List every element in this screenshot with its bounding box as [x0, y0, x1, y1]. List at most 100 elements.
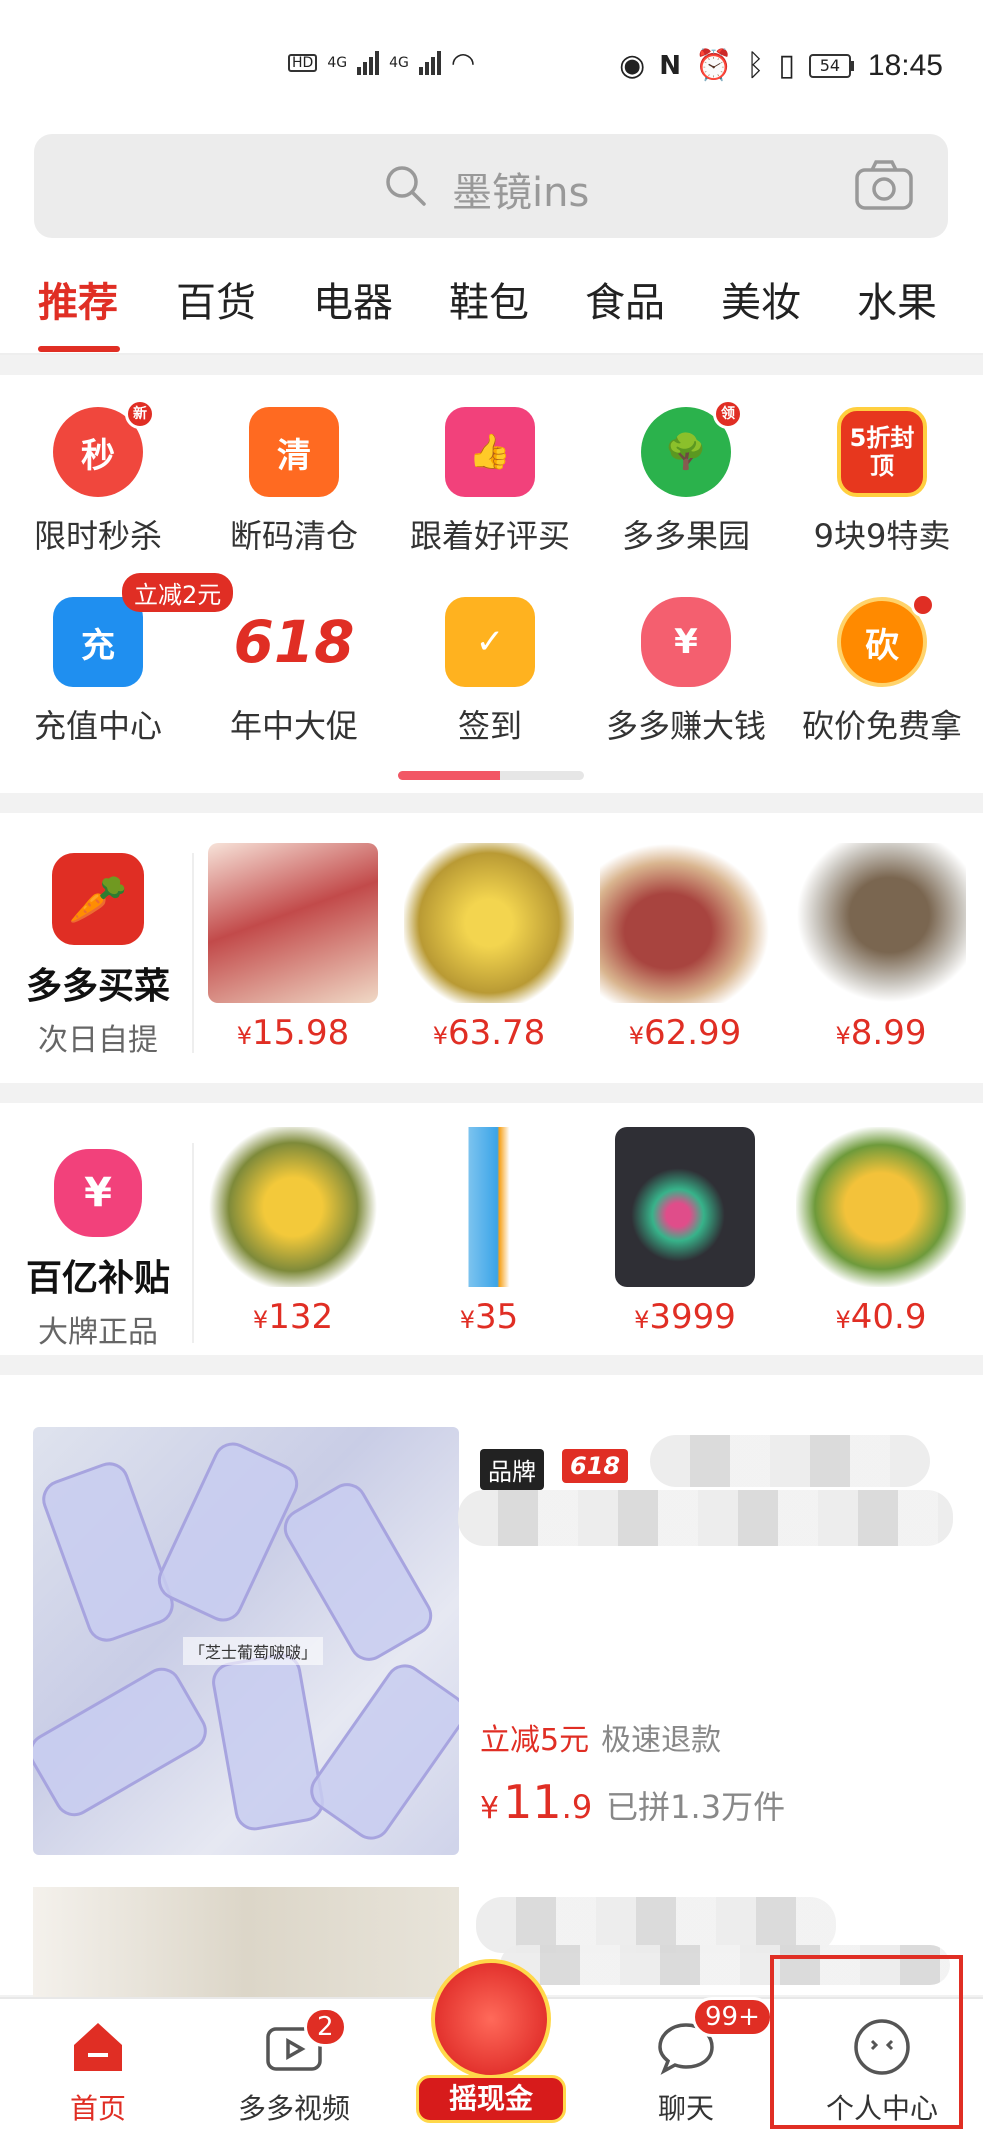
shortcut-special-sale[interactable]: 5折封顶 9块9特卖 [784, 407, 980, 557]
discount-badge: 立减2元 [122, 573, 234, 612]
618-icon: 618 [233, 608, 355, 676]
search-section: 墨镜ins [0, 100, 983, 250]
eye-icon: ◉ [619, 48, 646, 83]
shortcut-bargain[interactable]: 砍 砍价免费拿 [784, 593, 980, 747]
shortcut-label: 断码清仓 [229, 517, 358, 555]
product-price: ¥8.99 [835, 1013, 927, 1053]
refund-text: 极速退款 [601, 1723, 722, 1758]
butie-subtitle: 大牌正品 [38, 1315, 158, 1350]
recharge-icon: 充 [53, 597, 143, 687]
highlight-box [770, 1955, 963, 2129]
butie-product[interactable]: ¥35 [394, 1127, 584, 1337]
maicai-brand[interactable]: 🥕 多多买菜 次日自提 [0, 813, 196, 1059]
product-image-jackfruit [796, 1127, 966, 1287]
shortcut-label: 跟着好评买 [409, 517, 570, 555]
shortcut-checkin[interactable]: ✓ 签到 [392, 597, 588, 747]
maicai-product[interactable]: ¥8.99 [786, 843, 976, 1053]
butie-product[interactable]: ¥40.9 [786, 1127, 976, 1337]
video-badge: 2 [304, 2007, 347, 2047]
phone-cash-icon [431, 1959, 551, 2079]
blurred-title [650, 1435, 930, 1487]
new-badge: 新 [125, 399, 155, 429]
shortcut-label: 多多赚大钱 [605, 707, 766, 745]
tab-recommend[interactable]: 推荐 [38, 270, 118, 328]
tab-beauty[interactable]: 美妆 [721, 270, 801, 328]
battery-icon: 54 [808, 53, 854, 78]
shortcut-orchard[interactable]: 🌳 领 多多果园 [588, 399, 784, 557]
nfc-icon: N [659, 50, 682, 81]
maicai-product[interactable]: ¥63.78 [394, 843, 584, 1053]
tab-general-goods[interactable]: 百货 [176, 270, 256, 328]
promo-line: 立减5元 极速退款 [480, 1715, 721, 1759]
nav-video[interactable]: 多多视频 2 [196, 2007, 392, 2127]
shortcut-mid-year-sale[interactable]: 618 年中大促 [196, 597, 392, 747]
flash-sale-icon: 秒新 [53, 399, 155, 497]
camera-icon[interactable] [854, 158, 914, 212]
maicai-product[interactable]: ¥15.98 [198, 843, 388, 1053]
shortcut-recharge[interactable]: 充 充值中心 [0, 597, 196, 747]
tab-fruit[interactable]: 水果 [857, 270, 937, 328]
shortcut-label: 年中大促 [229, 707, 358, 745]
category-tabs: 推荐 百货 电器 鞋包 食品 美妆 水果 [0, 250, 983, 355]
tab-food[interactable]: 食品 [585, 270, 665, 328]
thumbs-up-icon: 👍 [445, 407, 535, 497]
sold-count: 已拼1.3万件 [606, 1788, 786, 1826]
butie-product[interactable]: ¥3999 [590, 1127, 780, 1337]
shortcut-flash-sale[interactable]: 秒新 限时秒杀 [0, 399, 196, 557]
bluetooth-icon: ᛒ [746, 48, 765, 83]
money-bag-icon: ¥ [54, 1149, 142, 1237]
tab-shoes-bags[interactable]: 鞋包 [449, 270, 529, 328]
maicai-title: 多多买菜 [25, 966, 170, 1007]
search-placeholder: 墨镜ins [452, 170, 590, 216]
shortcut-label: 多多果园 [621, 517, 750, 555]
618-tag: 618 [562, 1449, 629, 1483]
product-image-fish [796, 843, 966, 1003]
carrot-icon: 🥕 [52, 853, 144, 945]
piggy-bank-icon: ¥ [641, 597, 731, 687]
tab-appliances[interactable]: 电器 [313, 270, 393, 328]
search-bar[interactable]: 墨镜ins [34, 134, 948, 238]
search-icon [386, 166, 426, 206]
red-dot-badge [911, 593, 935, 617]
feed-item-image [33, 1887, 459, 2007]
product-price: ¥40.9 [835, 1297, 927, 1337]
nav-home[interactable]: 首页 [0, 2017, 196, 2127]
claim-badge: 领 [713, 399, 743, 429]
half-price-icon: 5折封顶 [837, 407, 927, 497]
clock: 18:45 [867, 48, 943, 82]
grid-scroll-indicator [398, 771, 584, 780]
shortcut-clearance[interactable]: 清 断码清仓 [196, 407, 392, 557]
brand-tag: 品牌 [480, 1449, 544, 1490]
product-price: ¥15.98 [236, 1013, 350, 1053]
signal-icon-2 [418, 50, 441, 75]
maicai-section[interactable]: 🥕 多多买菜 次日自提 ¥15.98 ¥63.78 ¥62.99 ¥8.99 [0, 813, 983, 1083]
shortcut-good-reviews[interactable]: 👍 跟着好评买 [392, 407, 588, 557]
butie-product[interactable]: ¥132 [198, 1127, 388, 1337]
product-feed: 「芝士葡萄啵啵」 品牌 618 立减5元 极速退款 ¥ 11 .9 已拼1.3万件 [0, 1375, 983, 2007]
butie-title: 百亿补贴 [25, 1258, 170, 1299]
nav-shake-cash[interactable]: 摇现金 [416, 1949, 566, 2132]
butie-section[interactable]: ¥ 百亿补贴 大牌正品 ¥132 ¥35 ¥3999 ¥40.9 [0, 1103, 983, 1355]
chat-badge: 99+ [692, 1997, 773, 2037]
tree-icon: 🌳 领 [641, 399, 743, 497]
signal-icon [357, 50, 380, 75]
nav-chat[interactable]: 聊天 99+ [588, 1997, 784, 2127]
maicai-product[interactable]: ¥62.99 [590, 843, 780, 1053]
shortcut-label: 限时秒杀 [33, 517, 162, 555]
currency-symbol: ¥ [480, 1791, 500, 1826]
product-image-durian [404, 843, 574, 1003]
maicai-subtitle: 次日自提 [38, 1023, 158, 1058]
hd-icon: HD [288, 53, 318, 72]
price-line: ¥ 11 .9 已拼1.3万件 [480, 1775, 785, 1829]
divider [192, 1143, 194, 1343]
bottle-shape [151, 1435, 305, 1629]
shortcut-label: 签到 [457, 707, 522, 745]
product-image-sunscreen [404, 1127, 574, 1287]
product-price: ¥35 [459, 1297, 519, 1337]
butie-brand[interactable]: ¥ 百亿补贴 大牌正品 [0, 1103, 196, 1351]
clearance-icon: 清 [249, 407, 339, 497]
network-type-2: 4G [389, 54, 409, 71]
shortcut-earn-money[interactable]: ¥ 多多赚大钱 [588, 597, 784, 747]
status-left: HD 4G 4G ◠ [288, 46, 475, 79]
product-price: ¥3999 [634, 1297, 736, 1337]
